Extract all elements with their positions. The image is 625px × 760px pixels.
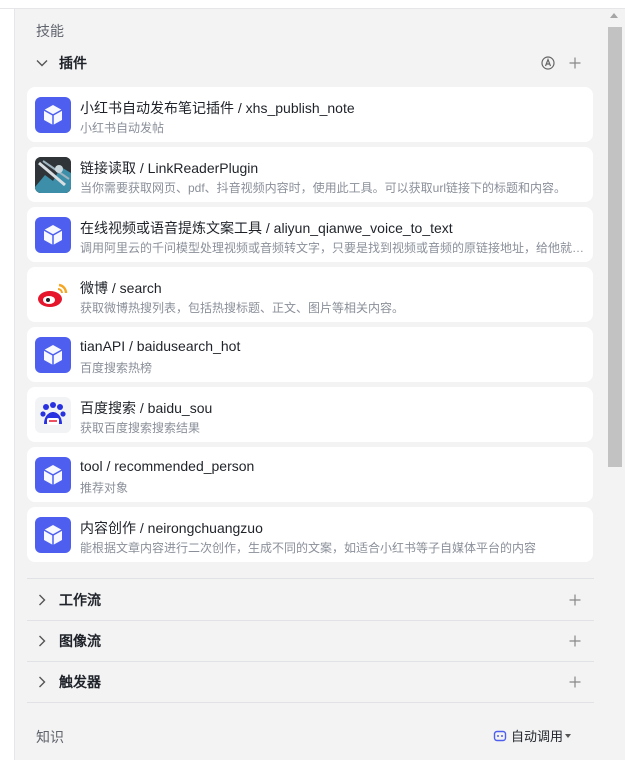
plugin-description: 调用阿里云的千问模型处理视频或音频转文字，只要是找到视频或音频的原链接地址，给他…	[80, 241, 585, 255]
workflow-group-header[interactable]: 工作流	[27, 580, 595, 620]
plugin-description: 推荐对象	[80, 481, 129, 495]
plugin-name: tianAPI / baidusearch_hot	[80, 338, 241, 354]
divider	[27, 702, 594, 703]
plugin-card[interactable]: 在线视频或语音提炼文案工具 / aliyun_qianwe_voice_to_t…	[27, 207, 593, 262]
plugin-name: tool / recommended_person	[80, 458, 255, 474]
plugin-name: 微博 / search	[80, 280, 162, 296]
chevron-down-icon	[36, 60, 48, 67]
plugin-card[interactable]: tianAPI / baidusearch_hot 百度搜索热榜	[27, 327, 593, 382]
plugin-description: 百度搜索热榜	[80, 361, 153, 375]
plugin-name: 在线视频或语音提炼文案工具 / aliyun_qianwe_voice_to_t…	[80, 220, 453, 236]
cube-icon	[35, 517, 71, 553]
skills-section-title: 技能	[36, 23, 64, 39]
vertical-scrollbar[interactable]	[607, 9, 625, 760]
plugin-name: 链接读取 / LinkReaderPlugin	[80, 160, 259, 176]
add-imageflow-icon[interactable]	[569, 635, 581, 647]
plugin-description: 能根据文章内容进行二次创作，生成不同的文案，如适合小红书等子自媒体平台的内容	[80, 541, 537, 555]
plugin-name: 百度搜索 / baidu_sou	[80, 400, 213, 416]
caret-down-icon	[565, 733, 571, 738]
add-workflow-icon[interactable]	[569, 594, 581, 606]
plugin-card[interactable]: tool / recommended_person 推荐对象	[27, 447, 593, 502]
baidu-icon	[35, 397, 71, 433]
imageflow-group-header[interactable]: 图像流	[27, 621, 595, 661]
plugin-name: 内容创作 / neirongchuangzuo	[80, 520, 263, 536]
plugins-group-header[interactable]: 插件	[27, 43, 595, 83]
plugin-name: 小红书自动发布笔记插件 / xhs_publish_note	[80, 100, 355, 116]
knowledge-section-title: 知识	[36, 729, 64, 745]
chevron-right-icon	[39, 676, 46, 688]
chevron-right-icon	[39, 594, 46, 606]
plugins-group-label: 插件	[59, 55, 87, 71]
plugin-card[interactable]: 内容创作 / neirongchuangzuo 能根据文章内容进行二次创作，生成…	[27, 507, 593, 562]
divider	[27, 578, 594, 579]
weibo-icon	[35, 277, 71, 313]
chevron-right-icon	[39, 635, 46, 647]
cube-icon	[35, 97, 71, 133]
trigger-group-label: 触发器	[59, 674, 101, 690]
window-top-edge	[0, 0, 625, 9]
auto-call-label: 自动调用	[510, 729, 563, 744]
left-panel-edge	[0, 9, 15, 760]
auto-call-dropdown[interactable]: 自动调用	[493, 726, 571, 745]
trigger-group-header[interactable]: 触发器	[27, 662, 595, 702]
add-trigger-icon[interactable]	[569, 676, 581, 688]
plugin-description: 当你需要获取网页、pdf、抖音视频内容时，使用此工具。可以获取url链接下的标题…	[80, 181, 567, 195]
auto-mode-icon[interactable]	[541, 56, 555, 70]
plugin-description: 小红书自动发帖	[80, 121, 165, 135]
add-plugin-icon[interactable]	[569, 57, 581, 69]
plugin-card[interactable]: 小红书自动发布笔记插件 / xhs_publish_note 小红书自动发帖	[27, 87, 593, 142]
scroll-up-arrow-icon[interactable]	[610, 13, 618, 18]
imageflow-group-label: 图像流	[59, 633, 101, 649]
skills-panel: 技能 插件 小红书自动发布笔记插件 / xhs_publish_note 小红书…	[15, 9, 605, 760]
scrollbar-thumb[interactable]	[608, 27, 622, 467]
link-reader-thumbnail	[35, 157, 71, 193]
plugin-description: 获取微博热搜列表，包括热搜标题、正文、图片等相关内容。	[80, 301, 405, 315]
plugin-card[interactable]: 微博 / search 获取微博热搜列表，包括热搜标题、正文、图片等相关内容。	[27, 267, 593, 322]
robot-icon	[493, 730, 507, 741]
plugin-card[interactable]: 链接读取 / LinkReaderPlugin 当你需要获取网页、pdf、抖音视…	[27, 147, 593, 202]
plugin-description: 获取百度搜索搜索结果	[80, 421, 201, 435]
workflow-group-label: 工作流	[59, 592, 101, 608]
cube-icon	[35, 337, 71, 373]
cube-icon	[35, 217, 71, 253]
cube-icon	[35, 457, 71, 493]
plugin-card[interactable]: 百度搜索 / baidu_sou 获取百度搜索搜索结果	[27, 387, 593, 442]
